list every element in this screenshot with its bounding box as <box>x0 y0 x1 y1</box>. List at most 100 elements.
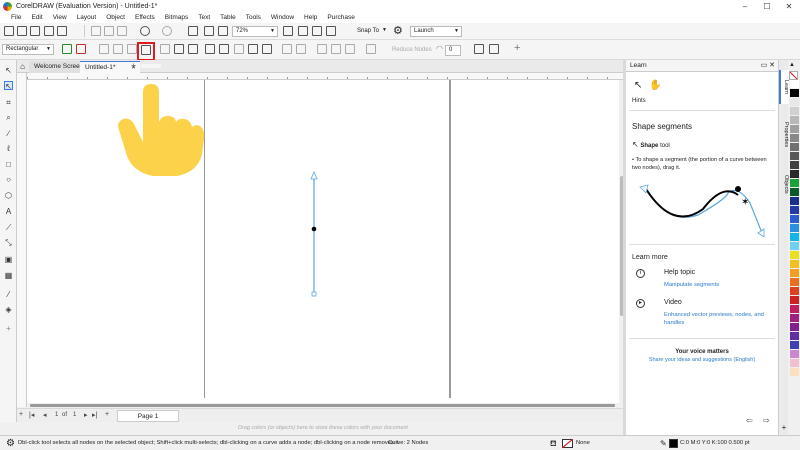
close-curve-icon[interactable] <box>248 44 258 54</box>
add-docker-icon[interactable]: + <box>779 420 789 432</box>
hand-pan-icon[interactable]: ✋ <box>649 80 661 91</box>
add-toolbar-item-icon[interactable]: + <box>514 42 520 54</box>
add-tool-icon[interactable]: + <box>4 324 13 333</box>
color-swatch[interactable] <box>790 332 799 341</box>
search-content-icon[interactable] <box>44 26 54 36</box>
mirror-vertical-icon[interactable] <box>345 44 355 54</box>
paste-icon[interactable] <box>117 26 127 36</box>
color-swatch[interactable] <box>790 359 799 368</box>
menu-edit[interactable]: Edit <box>31 14 42 21</box>
parallel-dimension-icon[interactable]: ⟋ <box>4 223 13 232</box>
color-swatch[interactable] <box>790 206 799 215</box>
copy-icon[interactable] <box>104 26 114 36</box>
color-swatch[interactable] <box>790 296 799 305</box>
symmetrical-node-icon[interactable] <box>188 44 198 54</box>
color-swatch[interactable] <box>790 179 799 188</box>
menu-table[interactable]: Table <box>220 14 236 21</box>
forward-arrow-icon[interactable]: ⇨ <box>763 416 770 425</box>
color-swatch[interactable] <box>790 368 799 377</box>
drop-shadow-icon[interactable]: ▣ <box>4 255 13 264</box>
import-icon[interactable] <box>188 26 198 36</box>
cusp-node-icon[interactable] <box>160 44 170 54</box>
show-grid-icon[interactable] <box>312 26 322 36</box>
node-options-icon[interactable] <box>489 44 499 54</box>
color-swatch[interactable] <box>790 215 799 224</box>
color-swatch[interactable] <box>790 323 799 332</box>
color-swatch[interactable] <box>790 107 799 116</box>
redo-icon[interactable] <box>162 26 172 36</box>
color-swatch[interactable] <box>790 224 799 233</box>
minimize-button[interactable]: – <box>734 0 756 12</box>
polygon-tool-icon[interactable]: ⬡ <box>4 191 13 200</box>
menu-object[interactable]: Object <box>106 14 125 21</box>
selection-mode-combo[interactable]: Rectangular ▼ <box>2 44 54 55</box>
add-node-icon[interactable] <box>62 44 72 54</box>
launch-dropdown[interactable]: Launch ▼ <box>410 26 462 37</box>
artistic-media-icon[interactable]: ℓ <box>4 144 13 153</box>
cut-icon[interactable] <box>91 26 101 36</box>
home-icon[interactable]: ⌂ <box>17 61 28 72</box>
zoom-combo[interactable]: 72% ▼ <box>232 26 278 37</box>
color-swatch[interactable] <box>790 161 799 170</box>
color-swatch[interactable] <box>790 242 799 251</box>
color-swatch[interactable] <box>790 305 799 314</box>
color-swatch[interactable] <box>790 170 799 179</box>
color-swatch[interactable] <box>790 350 799 359</box>
page-tab-1[interactable]: Page 1 <box>117 410 179 422</box>
open-icon[interactable] <box>17 26 27 36</box>
rotate-nodes-icon[interactable] <box>296 44 306 54</box>
color-swatch[interactable] <box>790 143 799 152</box>
color-swatch[interactable] <box>790 89 799 98</box>
color-swatch[interactable] <box>790 197 799 206</box>
select-all-nodes-icon[interactable] <box>474 44 484 54</box>
menu-view[interactable]: View <box>53 14 67 21</box>
text-tool-icon[interactable]: A <box>4 207 13 216</box>
zoom-tool-icon[interactable]: ⌕ <box>4 113 13 122</box>
add-page-after-icon[interactable]: + <box>105 411 109 418</box>
menu-bitmaps[interactable]: Bitmaps <box>165 14 188 21</box>
close-button[interactable]: ✕ <box>778 0 800 12</box>
smooth-node-icon[interactable] <box>174 44 184 54</box>
add-page-before-icon[interactable]: + <box>19 411 23 418</box>
reverse-direction-icon[interactable] <box>205 44 215 54</box>
reduce-nodes-button[interactable]: Reduce Nodes <box>392 47 432 53</box>
share-ideas-link[interactable]: Share your ideas and suggestions (Englis… <box>626 357 778 363</box>
menu-purchase[interactable]: Purchase <box>327 14 354 21</box>
color-swatch[interactable] <box>790 188 799 197</box>
join-nodes-icon[interactable] <box>99 44 109 54</box>
menu-layout[interactable]: Layout <box>77 14 97 21</box>
color-swatch[interactable] <box>790 269 799 278</box>
color-swatch[interactable] <box>790 125 799 134</box>
color-swatch[interactable] <box>790 287 799 296</box>
color-swatch[interactable] <box>790 251 799 260</box>
previous-page-icon[interactable]: ◂ <box>43 411 47 419</box>
last-page-icon[interactable]: ▸| <box>92 411 97 419</box>
transparency-icon[interactable]: ▦ <box>4 271 13 280</box>
menu-file[interactable]: File <box>11 14 21 21</box>
next-page-icon[interactable]: ▸ <box>84 411 88 419</box>
show-rulers-icon[interactable] <box>298 26 308 36</box>
color-swatch[interactable] <box>790 116 799 125</box>
undo-icon[interactable] <box>140 26 150 36</box>
export-icon[interactable] <box>204 26 214 36</box>
first-page-icon[interactable]: |◂ <box>29 411 34 419</box>
to-line-icon[interactable] <box>127 44 137 54</box>
freehand-tool-icon[interactable]: ∕ <box>4 129 13 138</box>
delete-node-icon[interactable] <box>76 44 86 54</box>
side-tab-objects[interactable]: Objects <box>779 166 789 202</box>
save-icon[interactable] <box>30 26 40 36</box>
color-swatch[interactable] <box>790 98 799 107</box>
show-guidelines-icon[interactable] <box>326 26 336 36</box>
color-swatch[interactable] <box>790 233 799 242</box>
docker-controls[interactable]: ▭ ✕ <box>761 60 775 72</box>
palette-scroll-up-icon[interactable]: ▲ <box>789 62 795 68</box>
ellipse-tool-icon[interactable]: ○ <box>4 175 13 184</box>
color-swatch[interactable] <box>790 80 799 89</box>
color-swatch[interactable] <box>790 278 799 287</box>
new-document-icon[interactable] <box>4 26 14 36</box>
publish-pdf-icon[interactable] <box>218 26 228 36</box>
options-gear-icon[interactable]: ⚙ <box>393 24 403 37</box>
extract-subpath-icon[interactable] <box>234 44 244 54</box>
maximize-button[interactable]: ☐ <box>756 0 778 12</box>
side-tab-properties[interactable]: Properties <box>779 112 789 158</box>
